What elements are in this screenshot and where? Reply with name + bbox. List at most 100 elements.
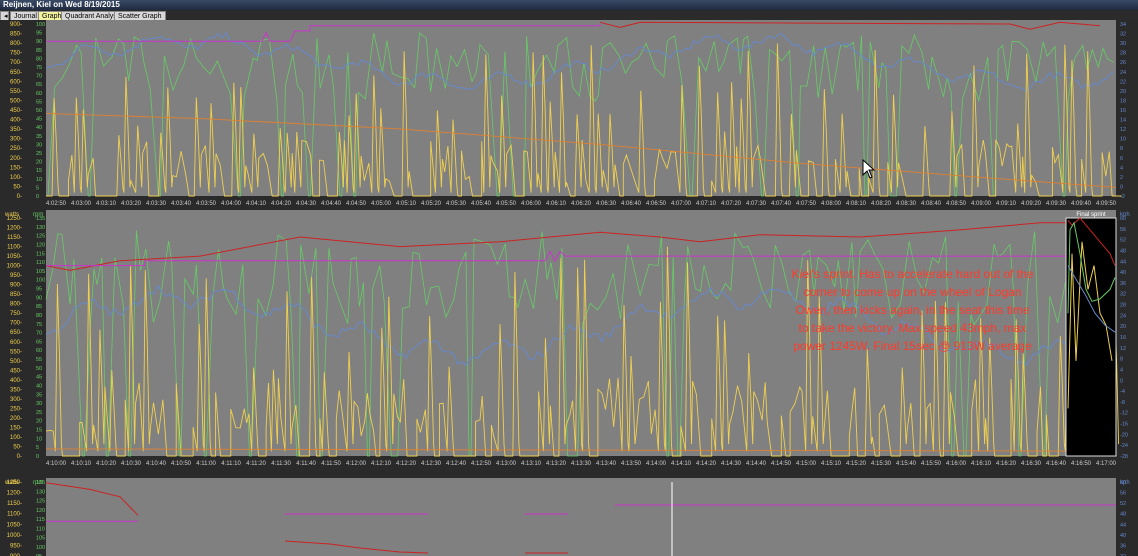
time-tick-label: 4:11:50: [321, 461, 341, 467]
watts-tick-label: 1150-: [7, 501, 22, 507]
time-tick-label: 4:10:10: [71, 461, 92, 467]
panel-background: [0, 20, 1138, 210]
final-sprint-box[interactable]: Final sprint: [1065, 212, 1117, 457]
rpm-tick-label: 120: [36, 242, 45, 248]
time-tick-label: 4:05:40: [471, 201, 492, 207]
watts-tick-label: 300-: [10, 137, 22, 143]
watts-tick-label: 100-: [10, 435, 22, 441]
right-tick-label: 44: [1120, 522, 1126, 528]
watts-tick-label: 450-: [10, 368, 22, 374]
rpm-tick-label: 50: [36, 108, 42, 114]
right-tick-label: 0: [1120, 378, 1123, 384]
right-tick-label: -4: [1120, 389, 1125, 395]
rpm-tick-label: 50: [36, 366, 42, 372]
graph-panel-top[interactable]: 900-850-800-750-700-650-600-550-500-450-…: [0, 20, 1138, 210]
time-tick-label: 4:15:30: [871, 461, 892, 467]
rpm-tick-label: 40: [36, 125, 42, 131]
watts-tick-label: 600-: [10, 340, 22, 346]
rpm-tick-label: 15: [36, 428, 42, 434]
tab-scroll-icon[interactable]: ◂: [0, 11, 9, 20]
right-tick-label: 40: [1120, 533, 1126, 539]
time-tick-label: 4:15:00: [796, 461, 817, 467]
time-tick-label: 4:16:20: [996, 461, 1017, 467]
graph-panel-bottom[interactable]: watts rpm kph1250-1200-1150-1100-1050-1000…: [0, 478, 1138, 556]
rpm-tick-label: 30: [36, 142, 42, 148]
rpm-tick-label: 15: [36, 168, 42, 174]
rpm-tick-label: 135: [36, 480, 45, 486]
watts-tick-label: 1000-: [7, 264, 22, 270]
watts-tick-label: 650-: [10, 70, 22, 76]
right-tick-label: 4: [1120, 165, 1123, 171]
watts-tick-label: 1200-: [7, 226, 22, 232]
time-tick-label: 4:08:20: [871, 201, 892, 207]
right-tick-label: 60: [1120, 216, 1126, 222]
rpm-tick-label: 30: [36, 401, 42, 407]
time-tick-label: 4:11:20: [246, 461, 266, 467]
right-tick-label: -2: [1120, 194, 1125, 200]
time-tick-label: 4:02:50: [46, 201, 67, 207]
right-tick-label: 8: [1120, 357, 1123, 363]
time-tick-label: 4:09:30: [1046, 201, 1067, 207]
right-tick-label: 2: [1120, 175, 1123, 181]
rpm-tick-label: 80: [36, 56, 42, 62]
time-tick-label: 4:16:40: [1046, 461, 1067, 467]
time-tick-label: 4:03:40: [171, 201, 192, 207]
time-tick-label: 4:10:50: [171, 461, 192, 467]
watts-tick-label: 650-: [10, 330, 22, 336]
watts-tick-label: 300-: [10, 397, 22, 403]
rpm-tick-label: 85: [36, 304, 42, 310]
rpm-tick-label: 100: [36, 545, 45, 551]
right-tick-label: 36: [1120, 543, 1126, 549]
rpm-tick-label: 5: [36, 445, 39, 451]
time-tick-label: 4:08:10: [846, 201, 867, 207]
time-tick-label: 4:05:50: [496, 201, 517, 207]
rpm-tick-label: 75: [36, 322, 42, 328]
right-tick-label: 6: [1120, 156, 1123, 162]
rpm-tick-label: 10: [36, 436, 42, 442]
time-tick-label: 4:13:20: [546, 461, 567, 467]
rpm-tick-label: 60: [36, 91, 42, 97]
watts-tick-label: 350-: [10, 127, 22, 133]
watts-tick-label: 800-: [10, 41, 22, 47]
time-tick-label: 4:06:10: [546, 201, 567, 207]
right-tick-label: 56: [1120, 227, 1126, 233]
time-tick-label: 4:13:40: [596, 461, 617, 467]
right-tick-label: -12: [1120, 411, 1128, 417]
watts-tick-label: 1250-: [7, 216, 22, 222]
time-tick-label: 4:05:10: [396, 201, 417, 207]
rpm-tick-label: 125: [36, 499, 45, 505]
rpm-tick-label: 105: [36, 536, 45, 542]
rpm-tick-label: 70: [36, 331, 42, 337]
tab-journal[interactable]: Journal: [10, 11, 41, 20]
rpm-tick-label: 100: [36, 278, 45, 284]
time-tick-label: 4:03:10: [96, 201, 117, 207]
rpm-tick-label: 25: [36, 410, 42, 416]
time-tick-label: 4:04:00: [221, 201, 242, 207]
time-tick-label: 4:07:00: [671, 201, 692, 207]
time-tick-label: 4:08:40: [921, 201, 942, 207]
rpm-tick-label: 130: [36, 489, 45, 495]
time-tick-label: 4:05:20: [421, 201, 442, 207]
rpm-tick-label: 75: [36, 65, 42, 71]
time-tick-label: 4:07:20: [721, 201, 742, 207]
right-tick-label: 52: [1120, 501, 1126, 507]
watts-tick-label: 100-: [10, 175, 22, 181]
rpm-tick-label: 110: [36, 526, 45, 532]
watts-tick-label: 200-: [10, 156, 22, 162]
rpm-tick-label: 10: [36, 177, 42, 183]
time-tick-label: 4:15:40: [896, 461, 917, 467]
rpm-tick-label: 125: [36, 234, 45, 240]
time-tick-label: 4:16:30: [1021, 461, 1042, 467]
time-tick-label: 4:04:20: [271, 201, 292, 207]
time-tick-label: 4:15:50: [921, 461, 942, 467]
watts-tick-label: 250-: [10, 146, 22, 152]
rpm-tick-label: 45: [36, 117, 42, 123]
rpm-tick-label: 80: [36, 313, 42, 319]
watts-tick-label: 200-: [10, 416, 22, 422]
watts-tick-label: 700-: [10, 321, 22, 327]
time-tick-label: 4:12:30: [421, 461, 442, 467]
watts-tick-label: 50-: [13, 444, 22, 450]
watts-tick-label: 1050-: [7, 254, 22, 260]
watts-tick-label: 800-: [10, 302, 22, 308]
tab-scatter-graph[interactable]: Scatter Graph: [114, 11, 166, 20]
